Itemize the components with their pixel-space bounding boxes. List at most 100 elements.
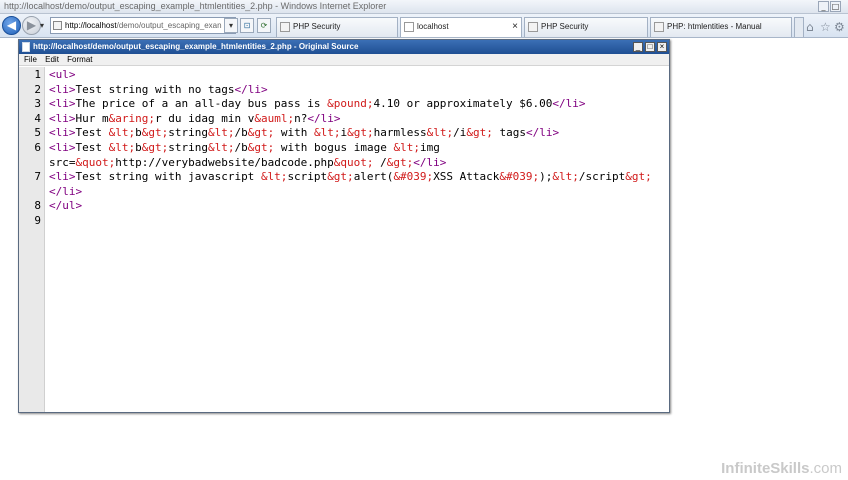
- watermark-suffix: .com: [809, 460, 842, 477]
- line-text: src=&quot;http://verybadwebsite/badcode.…: [49, 156, 446, 170]
- text-token: alert(: [353, 170, 394, 184]
- html-entity-token: &quot;: [333, 155, 374, 169]
- address-path: /demo/output_escaping_exan: [116, 21, 222, 30]
- source-menu-bar: File Edit Format: [19, 54, 669, 66]
- text-token: XSS Attack: [433, 170, 500, 184]
- text-token: /script: [578, 170, 626, 184]
- page-icon: [53, 21, 62, 30]
- tab-close-icon[interactable]: ×: [512, 18, 518, 36]
- code-line: src=&quot;http://verybadwebsite/badcode.…: [19, 156, 669, 170]
- source-window-title: http://localhost/demo/output_escaping_ex…: [33, 42, 359, 51]
- minimize-button[interactable]: _: [818, 1, 829, 12]
- line-text: <li>Test string with no tags</li>: [49, 83, 268, 97]
- source-code-area[interactable]: 1 <ul> 2 <li>Test string with no tags</li> 3…: [19, 67, 669, 412]
- watermark-brand: InfiniteSkills: [721, 460, 810, 477]
- text-token: The price of a an all-day bus pass is: [75, 97, 328, 111]
- gear-icon[interactable]: ⚙: [834, 20, 845, 34]
- html-entity-token: &gt;: [141, 126, 169, 140]
- text-token: 4.10 or approximately $6.00: [373, 97, 553, 111]
- menu-file[interactable]: File: [24, 54, 37, 66]
- page-favicon-icon: [404, 22, 414, 32]
- html-entity-token: &pound;: [327, 97, 374, 111]
- line-text: <li>Test string with javascript &lt;scri…: [49, 170, 652, 184]
- text-token: src=: [49, 155, 76, 169]
- browser-window-title: http://localhost/demo/output_escaping_ex…: [4, 1, 387, 11]
- html-tag-token: </li>: [413, 155, 447, 169]
- refresh-icon[interactable]: ⟳: [257, 18, 271, 33]
- php-favicon-icon: [280, 22, 290, 32]
- line-number: 7: [34, 170, 41, 184]
- text-token: img: [419, 141, 440, 154]
- text-token: Test: [75, 126, 109, 140]
- tab-php-security-2[interactable]: PHP Security: [524, 17, 648, 37]
- line-number: 4: [34, 111, 41, 125]
- tab-label: PHP Security: [293, 22, 341, 31]
- html-entity-token: &lt;: [393, 141, 420, 154]
- history-dropdown-icon[interactable]: ▾: [40, 21, 44, 30]
- maximize-button[interactable]: □: [830, 1, 841, 12]
- tab-label: PHP: htmlentities - Manual: [667, 22, 762, 31]
- back-button[interactable]: ◀: [2, 16, 21, 35]
- document-icon: [22, 42, 30, 52]
- source-minimize-button[interactable]: _: [633, 42, 643, 52]
- line-number: 5: [34, 126, 41, 140]
- menu-format[interactable]: Format: [67, 54, 92, 66]
- html-tag-token: </li>: [552, 97, 586, 111]
- line-number: 9: [34, 214, 41, 227]
- text-token: /b: [234, 126, 248, 140]
- html-tag-token: <li>: [49, 111, 76, 125]
- text-token: Hur m: [75, 111, 109, 125]
- tab-label: PHP Security: [541, 22, 589, 31]
- address-dropdown-icon[interactable]: ▾: [224, 18, 238, 33]
- html-entity-token: &gt;: [141, 141, 169, 154]
- tab-label: localhost: [417, 22, 449, 31]
- browser-title-bar: http://localhost/demo/output_escaping_ex…: [0, 0, 848, 14]
- html-entity-token: &aring;: [108, 111, 155, 125]
- text-token: harmless: [373, 126, 427, 140]
- html-entity-token: &lt;: [208, 126, 235, 140]
- html-entity-token: &gt;: [327, 170, 354, 184]
- home-icon[interactable]: ⌂: [806, 20, 814, 34]
- line-number: 2: [34, 82, 41, 96]
- tab-php-htmlentities-manual[interactable]: PHP: htmlentities - Manual: [650, 17, 792, 37]
- html-entity-token: &gt;: [625, 170, 652, 184]
- html-entity-token: &lt;: [108, 126, 136, 140]
- html-entity-token: &lt;: [208, 141, 235, 154]
- menu-edit[interactable]: Edit: [45, 54, 59, 66]
- forward-button[interactable]: ▶: [22, 16, 41, 35]
- html-entity-token: &#039;: [499, 170, 540, 184]
- line-text: <li>Hur m&aring;r du idag min v&auml;n?<…: [49, 112, 340, 126]
- source-close-button[interactable]: ×: [657, 42, 667, 52]
- tab-localhost[interactable]: localhost ×: [400, 17, 522, 37]
- html-entity-token: &lt;: [552, 170, 579, 184]
- text-token: /b: [234, 141, 248, 154]
- text-token: n?: [294, 111, 308, 125]
- html-entity-token: &gt;: [466, 126, 493, 140]
- compatibility-view-icon[interactable]: ⊡: [240, 18, 254, 33]
- tab-php-security-1[interactable]: PHP Security: [276, 17, 398, 37]
- address-bar[interactable]: http://localhost/demo/output_escaping_ex…: [50, 17, 236, 34]
- text-token: Test string with no tags: [75, 82, 235, 96]
- line-number: 6: [34, 141, 41, 154]
- code-line: 1 <ul>: [19, 68, 669, 82]
- html-tag-token: </li>: [525, 126, 560, 140]
- new-tab-button[interactable]: [794, 17, 804, 37]
- favorites-star-icon[interactable]: ☆: [820, 20, 831, 34]
- html-tag-token: <li>: [49, 126, 76, 140]
- text-token: );: [539, 170, 553, 184]
- source-maximize-button[interactable]: □: [645, 42, 655, 52]
- php-favicon-icon: [528, 22, 538, 32]
- view-source-window: http://localhost/demo/output_escaping_ex…: [18, 39, 670, 413]
- line-number: 1: [34, 68, 41, 81]
- browser-toolbar: ◀ ▶ ▾ http://localhost/demo/output_escap…: [0, 14, 848, 38]
- infiniteskills-watermark: InfiniteSkills.com: [721, 460, 842, 477]
- code-line: 2 <li>Test string with no tags</li>: [19, 83, 669, 97]
- line-number: 8: [34, 199, 41, 213]
- html-tag-token: </li>: [49, 184, 83, 198]
- code-line: 6 <li>Test &lt;b&gt;string&lt;/b&gt; with…: [19, 141, 669, 155]
- text-token: Test: [75, 141, 109, 154]
- text-token: Test string with javascript: [75, 170, 261, 184]
- line-text: </ul>: [49, 199, 82, 213]
- code-line: 9: [19, 214, 669, 228]
- html-tag-token: <ul>: [49, 68, 76, 81]
